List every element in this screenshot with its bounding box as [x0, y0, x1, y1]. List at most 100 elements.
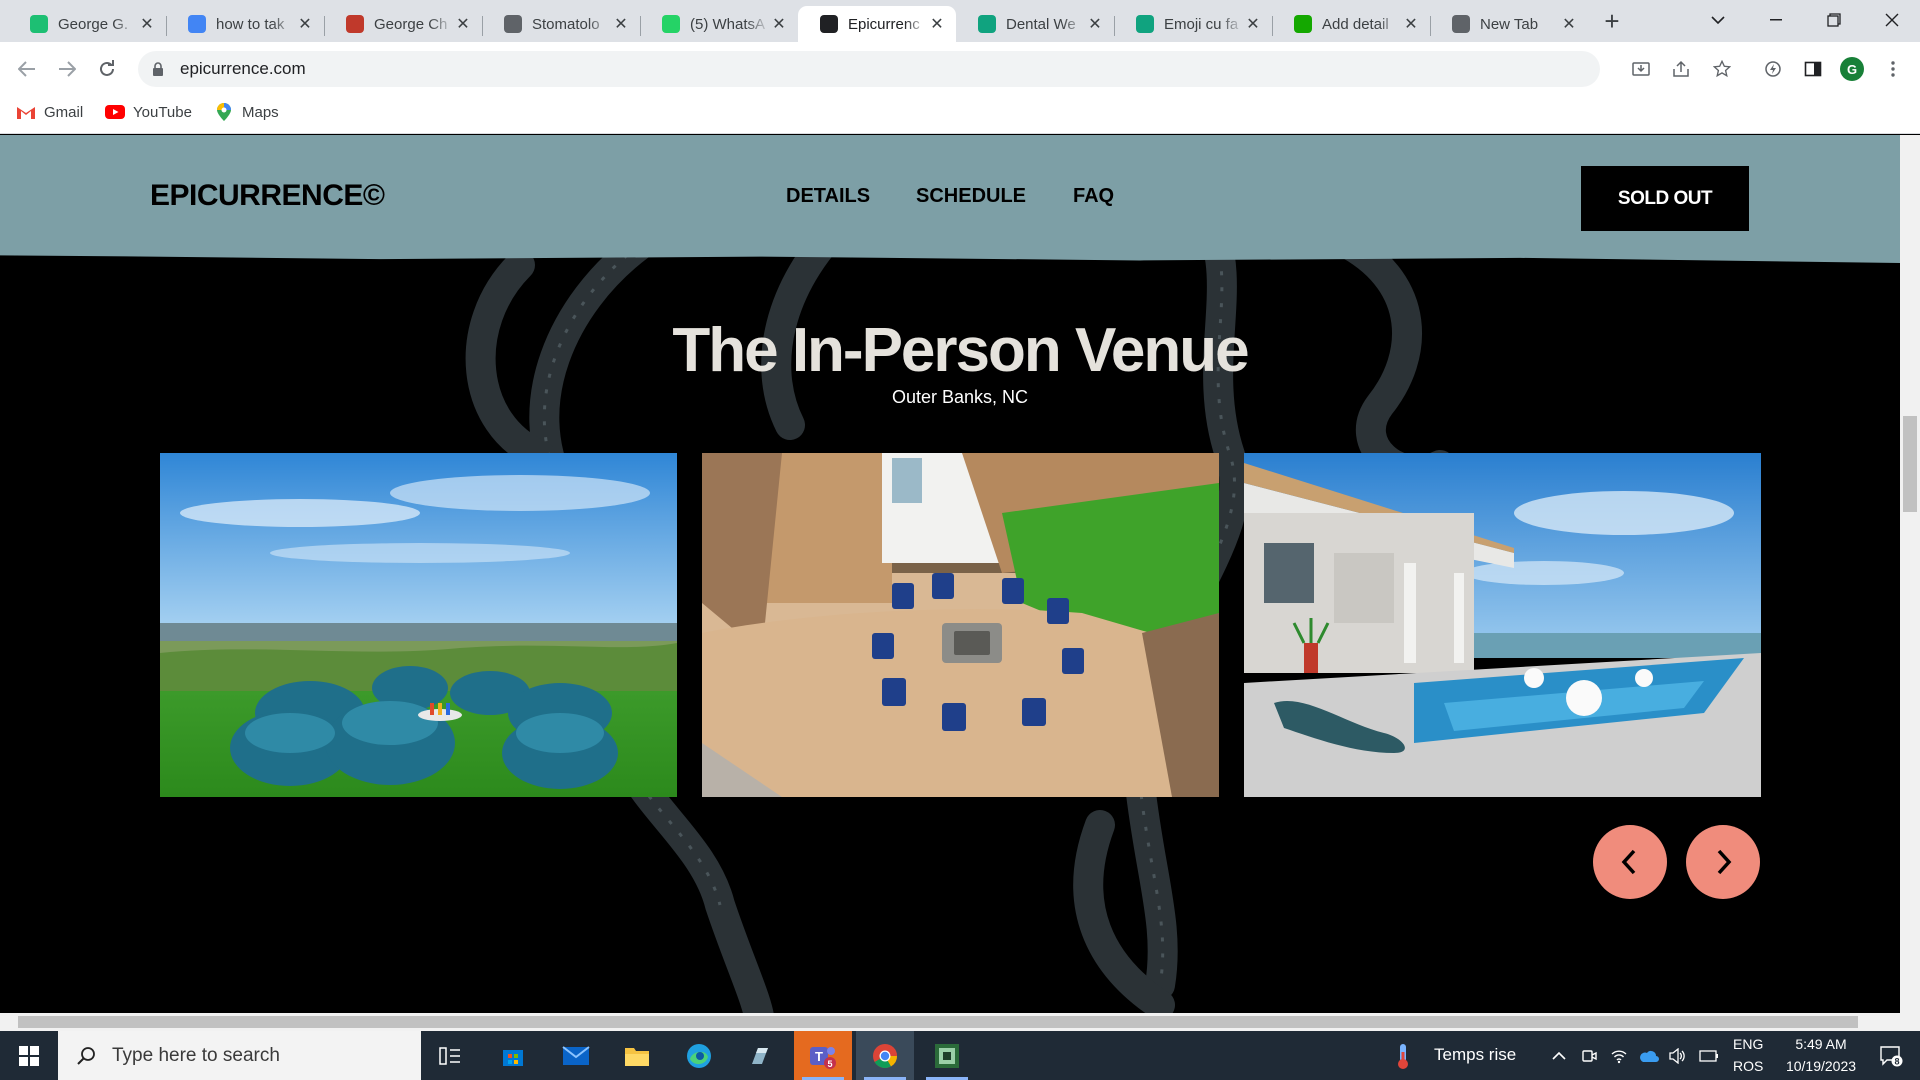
share-icon[interactable] [1668, 56, 1694, 82]
nav-schedule[interactable]: SCHEDULE [916, 185, 1026, 208]
clock-date[interactable]: 10/19/2023 [1772, 1058, 1870, 1074]
tab-title: Emoji cu fa [1164, 15, 1239, 33]
nav-details[interactable]: DETAILS [786, 185, 870, 208]
vertical-scrollbar[interactable] [1900, 135, 1920, 1013]
browser-tab[interactable]: George Ch ✕ [324, 6, 482, 42]
edge-app-button[interactable] [670, 1031, 728, 1080]
weather-text[interactable]: Temps rise [1434, 1045, 1516, 1065]
svg-text:5: 5 [827, 1059, 832, 1069]
horizontal-scroll-thumb[interactable] [18, 1016, 1858, 1028]
tab-close-icon[interactable]: ✕ [1402, 15, 1420, 33]
bookmark-star-icon[interactable] [1709, 56, 1735, 82]
task-view-button[interactable] [421, 1031, 479, 1080]
store-app-button[interactable] [484, 1031, 542, 1080]
bookmark-maps[interactable]: Maps [214, 96, 279, 128]
w-logo-icon [504, 15, 522, 33]
forward-button[interactable] [52, 54, 82, 84]
browser-tab[interactable]: Stomatolo ✕ [482, 6, 640, 42]
language-indicator[interactable]: ENG [1733, 1036, 1763, 1052]
youtube-icon [105, 104, 125, 120]
upwork-icon [1294, 15, 1312, 33]
notification-center-icon: 8 [1880, 1045, 1903, 1066]
browser-tab[interactable]: Dental We ✕ [956, 6, 1114, 42]
tab-close-icon[interactable]: ✕ [770, 15, 788, 33]
bookmark-youtube[interactable]: YouTube [105, 96, 192, 128]
page-viewport: EPICURRENCE© DETAILS SCHEDULE FAQ SOLD O… [0, 135, 1900, 1013]
reload-button[interactable] [92, 54, 122, 84]
gc-icon [346, 15, 364, 33]
tab-title: Add detail [1322, 15, 1389, 33]
tab-close-icon[interactable]: ✕ [1244, 15, 1262, 33]
browser-tab[interactable]: Epicurrenc ✕ [798, 6, 956, 42]
extensions-icon[interactable] [1760, 56, 1786, 82]
start-button[interactable] [0, 1031, 58, 1080]
app-button[interactable] [731, 1031, 789, 1080]
wifi-icon[interactable] [1606, 1031, 1632, 1080]
close-window-button[interactable] [1864, 0, 1920, 40]
minimize-button[interactable] [1748, 0, 1804, 40]
tab-title: Dental We [1006, 15, 1076, 33]
browser-tab[interactable]: George G. ✕ [8, 6, 166, 42]
browser-tab[interactable]: (5) WhatsA ✕ [640, 6, 798, 42]
chrome-icon [873, 1043, 897, 1068]
file-explorer-button[interactable] [608, 1031, 666, 1080]
side-panel-icon[interactable] [1800, 56, 1826, 82]
browser-tab[interactable]: New Tab ✕ [1430, 6, 1588, 42]
lock-icon [152, 62, 164, 76]
gmail-icon [16, 104, 36, 120]
chevron-left-icon [1621, 849, 1636, 875]
volume-icon[interactable] [1664, 1031, 1690, 1080]
weather-widget[interactable] [1386, 1031, 1420, 1080]
teams-app-button[interactable]: T5 [794, 1031, 852, 1080]
tab-title: New Tab [1480, 15, 1539, 33]
tab-close-icon[interactable]: ✕ [928, 15, 946, 33]
tab-close-icon[interactable]: ✕ [454, 15, 472, 33]
svg-text:8: 8 [1894, 1056, 1899, 1066]
vertical-scroll-thumb[interactable] [1903, 416, 1917, 512]
battery-icon[interactable] [1696, 1031, 1722, 1080]
address-bar[interactable]: epicurrence.com [138, 51, 1600, 87]
sold-out-button[interactable]: SOLD OUT [1581, 166, 1749, 231]
chrome-app-button[interactable] [856, 1031, 914, 1080]
nav-faq[interactable]: FAQ [1073, 185, 1114, 208]
tab-title: George G. [58, 15, 129, 33]
browser-tab[interactable]: Add detail ✕ [1272, 6, 1430, 42]
back-button[interactable] [12, 54, 42, 84]
tab-close-icon[interactable]: ✕ [1086, 15, 1104, 33]
tab-title: George Ch [374, 15, 448, 33]
patio-firepit-photo[interactable] [702, 453, 1219, 797]
tab-search-icon[interactable] [1690, 0, 1746, 40]
lawn-lounge-chairs-photo[interactable] [160, 453, 677, 797]
profile-avatar[interactable]: G [1840, 57, 1864, 81]
onedrive-cloud-icon[interactable] [1636, 1031, 1662, 1080]
menu-kebab-icon[interactable] [1880, 56, 1906, 82]
google-icon [188, 15, 206, 33]
tab-close-icon[interactable]: ✕ [612, 15, 630, 33]
tab-close-icon[interactable]: ✕ [1560, 15, 1578, 33]
chatgpt-icon [1136, 15, 1154, 33]
browser-tab[interactable]: how to tak ✕ [166, 6, 324, 42]
meet-now-icon[interactable] [1576, 1031, 1602, 1080]
svg-text:T: T [815, 1049, 823, 1064]
carousel-prev-button[interactable] [1593, 825, 1667, 899]
browser-tab[interactable]: Emoji cu fa ✕ [1114, 6, 1272, 42]
tab-close-icon[interactable]: ✕ [138, 15, 156, 33]
mail-app-button[interactable] [547, 1031, 605, 1080]
task-view-icon [439, 1046, 460, 1065]
maps-pin-icon [214, 103, 234, 121]
chrome-icon [1452, 15, 1470, 33]
keyboard-layout[interactable]: ROS [1733, 1058, 1763, 1074]
bookmark-gmail[interactable]: Gmail [16, 96, 83, 128]
install-app-icon[interactable] [1628, 56, 1654, 82]
notifications-button[interactable]: 8 [1866, 1031, 1916, 1080]
tray-overflow-chevron-icon[interactable] [1546, 1031, 1572, 1080]
remote-app-button[interactable] [918, 1031, 976, 1080]
new-tab-button[interactable]: + [1598, 8, 1626, 36]
taskbar-search-input[interactable]: Type here to search [58, 1031, 421, 1080]
clock-time[interactable]: 5:49 AM [1785, 1036, 1857, 1052]
site-logo[interactable]: EPICURRENCE© [150, 179, 385, 213]
carousel-next-button[interactable] [1686, 825, 1760, 899]
restore-button[interactable] [1806, 0, 1862, 40]
tab-close-icon[interactable]: ✕ [296, 15, 314, 33]
pool-deck-photo[interactable] [1244, 453, 1761, 797]
